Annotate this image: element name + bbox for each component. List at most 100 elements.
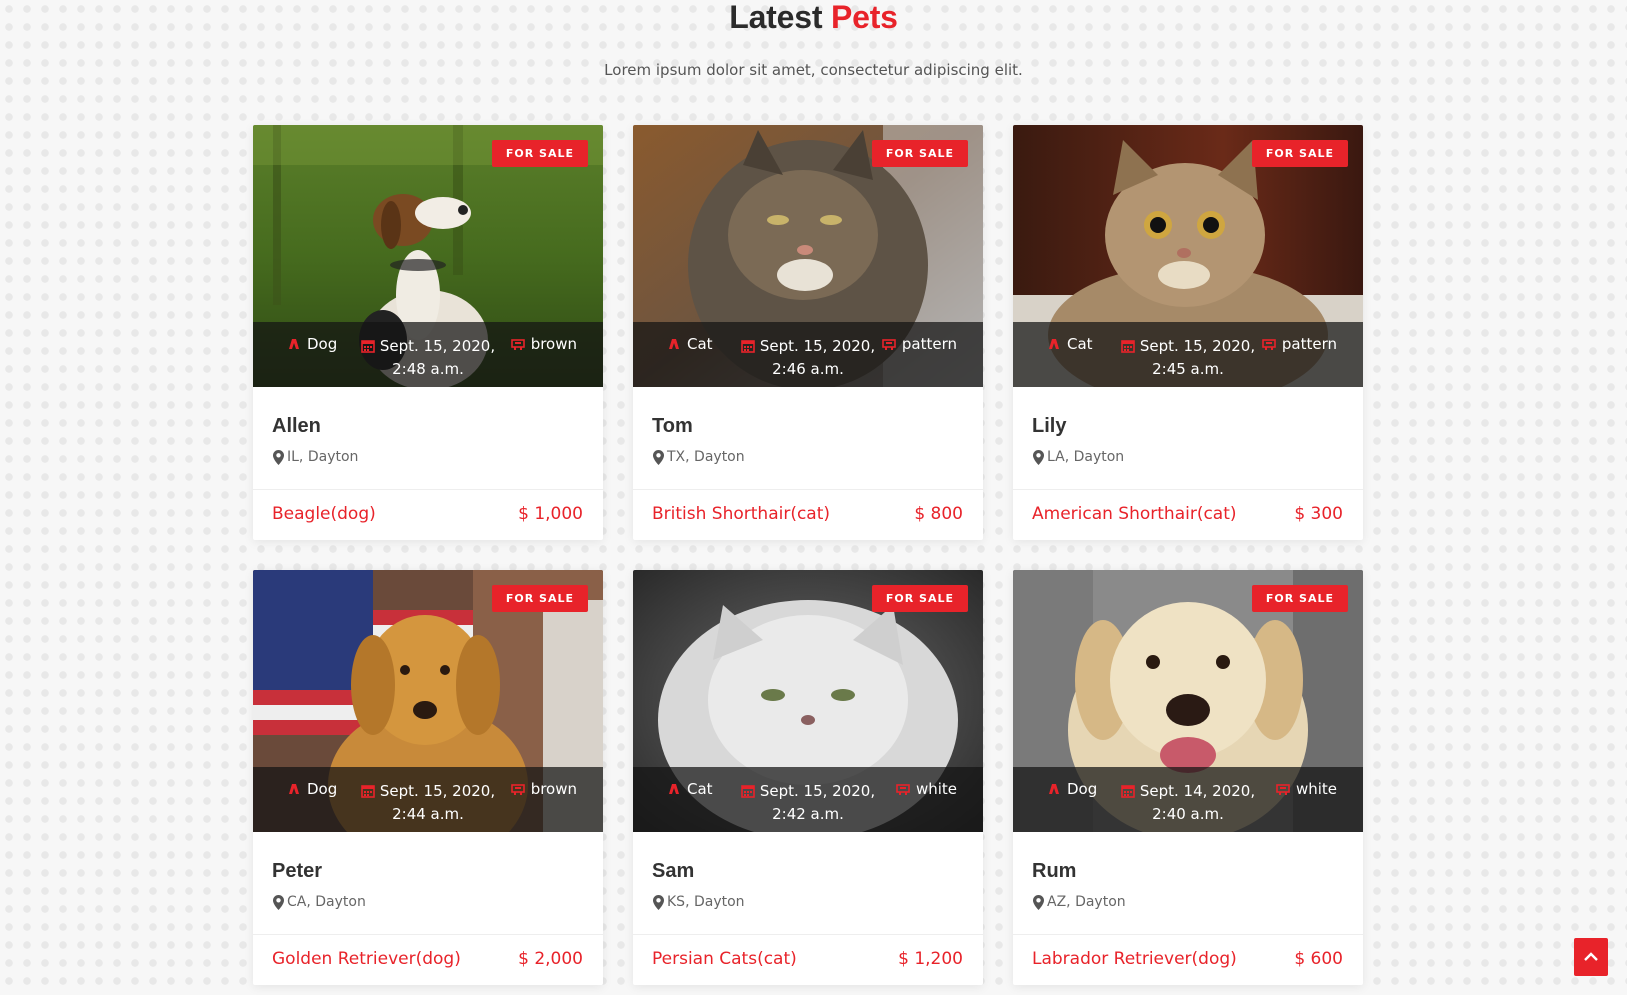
pet-location: TX, Dayton [653, 449, 745, 465]
pet-location: IL, Dayton [273, 449, 358, 465]
pet-location-label: AZ, Dayton [1047, 894, 1126, 910]
pet-price: $ 1,200 [898, 949, 963, 969]
pet-date-label: Sept. 15, 2020, 2:48 a.m. [379, 337, 496, 378]
pet-info: Tom TX, Dayton [633, 387, 983, 490]
pet-price: $ 800 [914, 504, 963, 524]
pet-name[interactable]: Allen [272, 415, 321, 438]
pet-footer: American Shorthair(cat) $ 300 [1013, 490, 1363, 540]
pet-photo-area[interactable]: FOR SALE Dog Sept. 15, 2020, 2:44 a.m. b… [253, 570, 603, 832]
pet-footer: Golden Retriever(dog) $ 2,000 [253, 935, 603, 985]
palette-icon [1262, 339, 1276, 350]
pet-name[interactable]: Peter [272, 860, 322, 883]
pet-name[interactable]: Tom [652, 415, 693, 438]
pet-location-label: IL, Dayton [287, 449, 359, 465]
pet-location-label: CA, Dayton [287, 894, 366, 910]
map-marker-icon [273, 894, 284, 910]
pets-grid: FOR SALE Dog Sept. 15, 2020, 2:48 a.m. b… [253, 125, 1363, 985]
pet-info: Allen IL, Dayton [253, 387, 603, 490]
pet-price: $ 300 [1294, 504, 1343, 524]
calendar-icon [361, 785, 375, 798]
pet-color-label: white [915, 780, 957, 798]
map-marker-icon [653, 894, 664, 910]
pet-breed[interactable]: Persian Cats(cat) [652, 949, 797, 969]
calendar-icon [741, 785, 755, 798]
for-sale-badge: FOR SALE [491, 585, 588, 612]
pet-photo-area[interactable]: FOR SALE Cat Sept. 15, 2020, 2:46 a.m. p… [633, 125, 983, 387]
pet-date-label: Sept. 15, 2020, 2:42 a.m. [759, 782, 876, 823]
pet-card[interactable]: FOR SALE Cat Sept. 15, 2020, 2:46 a.m. p… [633, 125, 983, 540]
palette-icon [1276, 784, 1290, 795]
map-marker-icon [1033, 894, 1044, 910]
for-sale-badge: FOR SALE [871, 585, 968, 612]
for-sale-badge: FOR SALE [871, 140, 968, 167]
pet-breed[interactable]: Labrador Retriever(dog) [1032, 949, 1237, 969]
pet-footer: Persian Cats(cat) $ 1,200 [633, 935, 983, 985]
section-title-accent: Pets [830, 0, 898, 35]
palette-icon [896, 784, 910, 795]
scroll-to-top-button[interactable] [1574, 938, 1608, 976]
map-marker-icon [653, 449, 664, 465]
pet-meta-bar: Cat Sept. 15, 2020, 2:46 a.m. pattern [633, 322, 983, 387]
pet-photo-area[interactable]: FOR SALE Dog Sept. 14, 2020, 2:40 a.m. w… [1013, 570, 1363, 832]
pet-photo-area[interactable]: FOR SALE Cat Sept. 15, 2020, 2:42 a.m. w… [633, 570, 983, 832]
pet-footer: Beagle(dog) $ 1,000 [253, 490, 603, 540]
pet-meta-bar: Cat Sept. 15, 2020, 2:45 a.m. pattern [1013, 322, 1363, 387]
pet-meta-bar: Cat Sept. 15, 2020, 2:42 a.m. white [633, 767, 983, 832]
pet-location-label: TX, Dayton [667, 449, 745, 465]
pet-card[interactable]: FOR SALE Dog Sept. 15, 2020, 2:44 a.m. b… [253, 570, 603, 985]
pet-info: Rum AZ, Dayton [1013, 832, 1363, 935]
palette-icon [510, 339, 525, 350]
pet-name[interactable]: Sam [652, 860, 694, 883]
pet-color-label: brown [530, 335, 577, 353]
pet-card[interactable]: FOR SALE Dog Sept. 14, 2020, 2:40 a.m. w… [1013, 570, 1363, 985]
pet-location: LA, Dayton [1033, 449, 1124, 465]
pet-date-label: Sept. 15, 2020, 2:45 a.m. [1139, 337, 1256, 378]
pet-color-label: pattern [901, 335, 957, 353]
pet-card[interactable]: FOR SALE Cat Sept. 15, 2020, 2:42 a.m. w… [633, 570, 983, 985]
pet-info: Peter CA, Dayton [253, 832, 603, 935]
section-header: Latest Pets Lorem ipsum dolor sit amet, … [0, 0, 1627, 79]
calendar-icon [361, 340, 375, 353]
pet-name[interactable]: Rum [1032, 860, 1076, 883]
chevron-up-icon [1584, 952, 1598, 961]
pet-name[interactable]: Lily [1032, 415, 1066, 438]
pet-date-label: Sept. 14, 2020, 2:40 a.m. [1139, 782, 1256, 823]
pet-breed[interactable]: British Shorthair(cat) [652, 504, 830, 524]
pet-color: pattern [1262, 335, 1337, 353]
pet-price: $ 2,000 [518, 949, 583, 969]
pet-meta-bar: Dog Sept. 15, 2020, 2:48 a.m. brown [253, 322, 603, 387]
calendar-icon [1121, 340, 1135, 353]
pet-color: brown [510, 335, 577, 353]
pet-price: $ 600 [1294, 949, 1343, 969]
latest-pets-page: Latest Pets Lorem ipsum dolor sit amet, … [0, 0, 1627, 995]
pet-breed[interactable]: Beagle(dog) [272, 504, 376, 524]
pet-photo-area[interactable]: FOR SALE Cat Sept. 15, 2020, 2:45 a.m. p… [1013, 125, 1363, 387]
pet-card[interactable]: FOR SALE Cat Sept. 15, 2020, 2:45 a.m. p… [1013, 125, 1363, 540]
pet-location-label: KS, Dayton [667, 894, 745, 910]
pet-location-label: LA, Dayton [1047, 449, 1125, 465]
pet-price: $ 1,000 [518, 504, 583, 524]
pet-color-label: brown [530, 780, 577, 798]
calendar-icon [1121, 785, 1135, 798]
pet-meta-bar: Dog Sept. 14, 2020, 2:40 a.m. white [1013, 767, 1363, 832]
for-sale-badge: FOR SALE [1251, 140, 1348, 167]
pet-color: white [1276, 780, 1337, 798]
pet-meta-bar: Dog Sept. 15, 2020, 2:44 a.m. brown [253, 767, 603, 832]
pet-photo-area[interactable]: FOR SALE Dog Sept. 15, 2020, 2:48 a.m. b… [253, 125, 603, 387]
pet-info: Lily LA, Dayton [1013, 387, 1363, 490]
section-subtitle: Lorem ipsum dolor sit amet, consectetur … [604, 61, 1023, 79]
pet-breed[interactable]: Golden Retriever(dog) [272, 949, 461, 969]
palette-icon [882, 339, 896, 350]
section-title-main: Latest [729, 0, 831, 35]
pet-breed[interactable]: American Shorthair(cat) [1032, 504, 1237, 524]
pet-date-label: Sept. 15, 2020, 2:46 a.m. [759, 337, 876, 378]
pet-location: AZ, Dayton [1033, 894, 1126, 910]
for-sale-badge: FOR SALE [491, 140, 588, 167]
pet-card[interactable]: FOR SALE Dog Sept. 15, 2020, 2:48 a.m. b… [253, 125, 603, 540]
pet-color-label: pattern [1281, 335, 1337, 353]
pet-color: brown [510, 780, 577, 798]
pet-footer: British Shorthair(cat) $ 800 [633, 490, 983, 540]
section-title: Latest Pets [0, 0, 1627, 34]
for-sale-badge: FOR SALE [1251, 585, 1348, 612]
map-marker-icon [1033, 449, 1044, 465]
